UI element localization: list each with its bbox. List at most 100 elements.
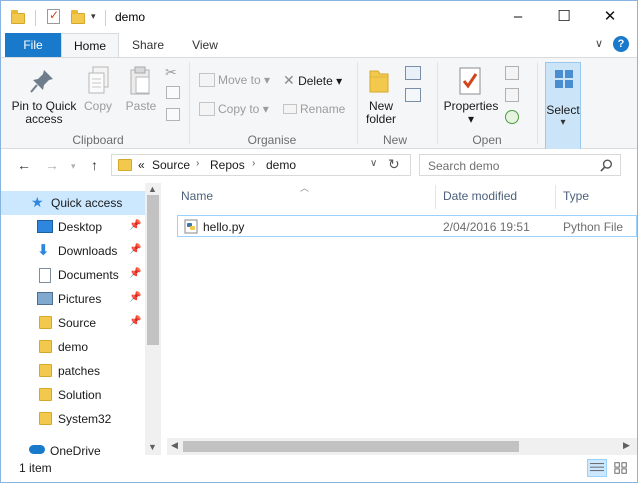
rename-button[interactable]: Rename	[283, 99, 345, 119]
address-folder-icon	[118, 159, 132, 171]
nav-item-source[interactable]: Source 📌	[1, 311, 145, 335]
copy-path-icon[interactable]	[166, 86, 180, 99]
tab-share[interactable]: Share	[123, 33, 173, 57]
quick-access-separator	[35, 10, 36, 26]
help-icon[interactable]: ?	[613, 36, 629, 52]
explorer-window: ▾ demo – ☐ ✕ File Home Share View ∨ ? Pi…	[0, 0, 638, 483]
ribbon-home: Pin to Quick access Copy Paste ✂ Clipboa…	[1, 57, 637, 150]
file-list-horizontal-scrollbar[interactable]: ◀ ▶	[167, 438, 637, 455]
column-header-type[interactable]: Type	[563, 189, 589, 203]
column-header-date-modified[interactable]: Date modified	[443, 189, 517, 203]
status-bar: 1 item	[1, 457, 637, 482]
large-icons-view-button[interactable]	[611, 459, 631, 477]
file-row[interactable]: hello.py 2/04/2016 19:51 Python File	[177, 215, 637, 237]
column-separator[interactable]	[435, 185, 436, 209]
edit-icon[interactable]	[505, 88, 519, 102]
scroll-right-icon[interactable]: ▶	[623, 440, 630, 451]
breadcrumb-separator[interactable]: ›	[252, 158, 255, 169]
cut-icon[interactable]: ✂	[165, 64, 177, 81]
move-to-button[interactable]: Move to ▾	[199, 70, 270, 90]
breadcrumb-repos[interactable]: Repos	[210, 158, 245, 172]
address-bar[interactable]: « Source › Repos › demo ∨ ↻	[111, 154, 411, 176]
new-folder-quick-icon[interactable]	[71, 10, 85, 24]
close-button[interactable]: ✕	[587, 1, 633, 33]
paste-shortcut-icon[interactable]	[166, 108, 180, 121]
nav-item-label: Documents	[58, 268, 119, 282]
file-date-modified: 2/04/2016 19:51	[443, 220, 530, 234]
search-icon[interactable]	[600, 159, 613, 172]
properties-button[interactable]: Properties ▾	[441, 100, 501, 126]
scrollbar-thumb[interactable]	[183, 441, 519, 452]
recent-locations-icon[interactable]: ▾	[71, 161, 76, 172]
star-icon: ★	[31, 194, 44, 210]
details-view-icon	[590, 463, 604, 472]
download-icon: ⬇	[37, 242, 50, 259]
paste-button[interactable]: Paste	[123, 100, 159, 113]
delete-button[interactable]: ✕ Delete ▾	[283, 70, 342, 90]
open-icon[interactable]	[505, 66, 519, 80]
new-item-icon[interactable]	[405, 66, 421, 80]
breadcrumb-source[interactable]: Source	[152, 158, 190, 172]
nav-item-system32[interactable]: System32	[1, 407, 145, 431]
pin-icon: 📌	[129, 220, 142, 231]
folder-icon	[11, 10, 25, 24]
breadcrumb-overflow[interactable]: «	[138, 158, 145, 172]
column-header-name[interactable]: Name	[181, 189, 213, 203]
back-button[interactable]: ←	[17, 157, 31, 173]
nav-item-pictures[interactable]: Pictures 📌	[1, 287, 145, 311]
paste-icon	[130, 66, 150, 95]
cloud-icon	[29, 445, 45, 454]
nav-item-demo[interactable]: demo	[1, 335, 145, 359]
tab-home[interactable]: Home	[61, 33, 119, 58]
search-input[interactable]: Search demo	[419, 154, 621, 176]
new-folder-line2: folder	[365, 112, 397, 126]
forward-button[interactable]: →	[45, 157, 59, 173]
scroll-up-icon[interactable]: ▲	[148, 184, 157, 194]
scroll-down-icon[interactable]: ▼	[148, 442, 157, 452]
nav-item-downloads[interactable]: ⬇ Downloads 📌	[1, 239, 145, 263]
column-separator[interactable]	[555, 185, 556, 209]
navigation-scrollbar[interactable]: ▲ ▼	[145, 183, 161, 455]
nav-item-label: Source	[58, 316, 97, 330]
scrollbar-thumb[interactable]	[147, 195, 159, 345]
collapse-ribbon-icon[interactable]: ∨	[595, 37, 603, 50]
pin-to-quick-access-button[interactable]: Pin to Quick access	[7, 100, 81, 126]
history-icon[interactable]	[505, 110, 519, 124]
folder-icon	[39, 364, 52, 377]
nav-item-solution[interactable]: Solution	[1, 383, 145, 407]
breadcrumb-demo[interactable]: demo	[266, 158, 296, 172]
open-group-label: Open	[472, 133, 502, 147]
select-button[interactable]: Select ▾	[545, 62, 581, 150]
documents-icon	[39, 268, 51, 283]
refresh-icon[interactable]: ↻	[388, 156, 400, 173]
tab-file[interactable]: File	[5, 33, 61, 57]
customize-toolbar-icon[interactable]: ▾	[91, 11, 96, 22]
address-dropdown-icon[interactable]: ∨	[370, 158, 377, 169]
select-label: Select	[546, 103, 580, 117]
nav-item-label: Solution	[58, 388, 102, 402]
copy-button[interactable]: Copy	[83, 100, 113, 113]
folder-icon	[39, 388, 52, 401]
copy-to-button[interactable]: Copy to ▾	[199, 99, 269, 119]
sort-ascending-icon: ︿	[300, 183, 310, 193]
delete-dropdown-icon: ▾	[336, 74, 343, 88]
details-view-button[interactable]	[587, 459, 607, 477]
new-folder-button[interactable]: New folder	[361, 100, 401, 126]
maximize-button[interactable]: ☐	[541, 1, 587, 33]
nav-item-patches[interactable]: patches	[1, 359, 145, 383]
nav-quick-access[interactable]: ★ Quick access	[1, 191, 145, 215]
nav-item-desktop[interactable]: Desktop 📌	[1, 215, 145, 239]
minimize-button[interactable]: –	[495, 1, 541, 33]
scroll-left-icon[interactable]: ◀	[171, 440, 178, 451]
pictures-icon	[37, 292, 53, 305]
pin-icon: 📌	[129, 268, 142, 279]
move-to-label: Move to	[218, 73, 261, 87]
breadcrumb-separator[interactable]: ›	[196, 158, 199, 169]
nav-item-documents[interactable]: Documents 📌	[1, 263, 145, 287]
properties-quick-icon[interactable]	[47, 8, 60, 24]
tab-view[interactable]: View	[181, 33, 229, 57]
delete-label: Delete	[298, 74, 333, 88]
easy-access-icon[interactable]	[405, 88, 421, 102]
up-button[interactable]: ↑	[91, 157, 98, 173]
navigation-pane: ★ Quick access Desktop 📌 ⬇ Downloads 📌 D…	[1, 183, 161, 458]
